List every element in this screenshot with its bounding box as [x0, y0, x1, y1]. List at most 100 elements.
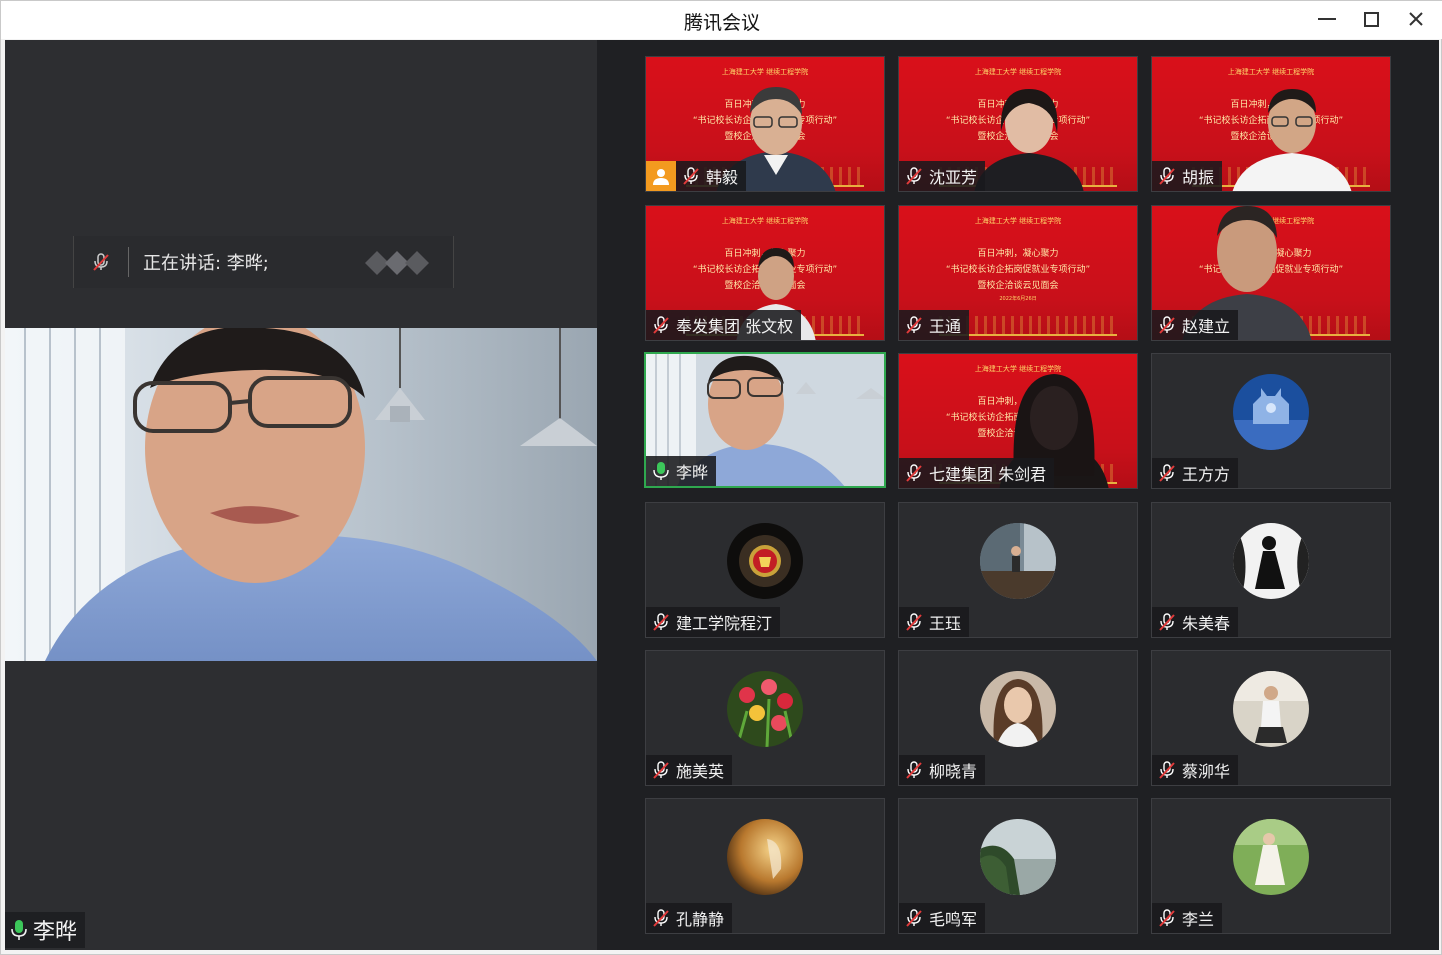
- participant-name: 李兰: [1182, 910, 1215, 929]
- avatar: [727, 819, 803, 895]
- mic-muted-icon: [906, 909, 922, 927]
- participant-tile[interactable]: 上海建工大学 继续工程学院 百日冲刺，凝心聚力 “书记校长访企拓岗促就业专项行动…: [645, 205, 885, 341]
- participant-name: 施美英: [676, 762, 725, 781]
- tencent-meeting-logo: [363, 247, 435, 283]
- avatar: [980, 523, 1056, 599]
- meeting-window: 腾讯会议 正在讲话: 李晔; 李晔 上海建工大学 继续工程学院 韩毅 上海建工大…: [0, 0, 1442, 955]
- speaking-label: 正在讲话: 李晔;: [143, 253, 269, 274]
- participant-tile[interactable]: 朱美春: [1151, 502, 1391, 638]
- minimize-button[interactable]: [1312, 5, 1342, 33]
- participant-name-tag: 王方方: [1152, 458, 1239, 488]
- participant-name: 建工学院程汀: [676, 614, 773, 633]
- participant-tile[interactable]: 王方方: [1151, 353, 1391, 489]
- participant-tile[interactable]: 孔静静: [645, 798, 885, 934]
- avatar: [980, 819, 1056, 895]
- participant-name: 王方方: [1182, 465, 1231, 484]
- main-speaker-name: 李晔: [33, 920, 78, 945]
- participant-name-tag: 毛鸣军: [899, 903, 986, 933]
- avatar: [1233, 819, 1309, 895]
- avatar: [980, 671, 1056, 747]
- user-icon: [646, 161, 676, 191]
- participant-tile[interactable]: 上海建工大学 继续工程学院 百日冲刺，凝心聚力 “书记校长访企拓岗促就业专项行动…: [1151, 56, 1391, 192]
- participant-tile[interactable]: 王珏: [898, 502, 1138, 638]
- participant-name-tag: 王珏: [899, 607, 970, 637]
- participant-name: 王珏: [929, 614, 962, 633]
- participant-name: 沈亚芳: [929, 168, 978, 187]
- mic-muted-icon: [653, 909, 669, 927]
- participant-tile[interactable]: 柳晓青: [898, 650, 1138, 786]
- banner-logo-text: 上海建工大学 继续工程学院: [721, 217, 809, 225]
- mic-muted-icon: [906, 316, 922, 334]
- main-speaker-stage[interactable]: 正在讲话: 李晔; 李晔: [5, 40, 597, 950]
- banner-logo-text: 上海建工大学 继续工程学院: [1227, 68, 1315, 76]
- participant-name: 胡振: [1182, 168, 1215, 187]
- participant-tile[interactable]: 建工学院程汀: [645, 502, 885, 638]
- participant-name: 毛鸣军: [929, 910, 978, 929]
- banner-line-3: 暨校企洽谈云见面会: [977, 281, 1059, 291]
- participant-name-tag: 王通: [899, 310, 970, 340]
- main-video-frame: [5, 328, 597, 661]
- participant-name: 朱美春: [1182, 614, 1231, 633]
- participant-tile-active-speaker[interactable]: 李晔: [644, 352, 886, 488]
- participant-name-tag: 李兰: [1152, 903, 1223, 933]
- participant-name-tag: 赵建立: [1152, 310, 1239, 340]
- participant-name: 李晔: [676, 463, 709, 482]
- close-button[interactable]: [1401, 5, 1431, 33]
- main-speaker-name-tag: 李晔: [5, 912, 86, 948]
- mic-muted-icon: [906, 464, 922, 482]
- banner-logo-text: 上海建工大学 继续工程学院: [974, 217, 1062, 225]
- main-speaker-video: [5, 328, 597, 661]
- participant-name: 柳晓青: [929, 762, 978, 781]
- banner-logo-text: 上海建工大学 继续工程学院: [974, 68, 1062, 76]
- participant-tile[interactable]: 上海建工大学 继续工程学院 百日冲刺，凝心聚力 “书记校长访企拓岗促就业专项行动…: [898, 205, 1138, 341]
- participant-name: 蔡泖华: [1182, 762, 1231, 781]
- avatar: [1233, 374, 1309, 450]
- minimize-icon: [1318, 18, 1336, 20]
- window-title: 腾讯会议: [683, 12, 760, 34]
- mic-muted-icon: [653, 761, 669, 779]
- mic-muted-icon: [683, 167, 699, 185]
- banner-logo-text: 上海建工大学 继续工程学院: [721, 68, 809, 76]
- mic-active-icon: [11, 920, 27, 940]
- participant-tile[interactable]: 上海建工大学 继续工程学院 百日冲刺，凝心聚力 “书记校长访企拓岗促就业专项行动…: [898, 353, 1138, 489]
- participant-tile[interactable]: 李兰: [1151, 798, 1391, 934]
- participant-name-tag: 奉发集团 张文权: [646, 310, 802, 340]
- participant-name-tag: 胡振: [1152, 161, 1223, 191]
- mic-muted-icon: [906, 613, 922, 631]
- participant-name-tag: 施美英: [646, 755, 733, 785]
- maximize-icon: [1363, 11, 1379, 27]
- mic-muted-icon: [1159, 167, 1175, 185]
- participant-name: 七建集团 朱剑君: [929, 465, 1047, 484]
- mic-muted-icon: [1159, 761, 1175, 779]
- banner-date: 2022年6月26日: [999, 296, 1037, 302]
- close-icon: [1409, 12, 1423, 26]
- participant-name: 王通: [929, 317, 962, 336]
- participant-tile[interactable]: 毛鸣军: [898, 798, 1138, 934]
- mic-muted-icon: [906, 167, 922, 185]
- participant-name-tag: 韩毅: [646, 161, 747, 191]
- participant-tile[interactable]: 上海建工大学 继续工程学院 百日冲刺，凝心聚力 “书记校长访企拓岗促就业专项行动…: [898, 56, 1138, 192]
- mic-muted-icon: [906, 761, 922, 779]
- avatar: [727, 671, 803, 747]
- avatar: [1233, 523, 1309, 599]
- mic-muted-icon: [1159, 909, 1175, 927]
- participant-name-tag: 建工学院程汀: [646, 607, 781, 637]
- participant-tile[interactable]: 施美英: [645, 650, 885, 786]
- participant-tile[interactable]: 蔡泖华: [1151, 650, 1391, 786]
- participant-name-tag: 七建集团 朱剑君: [899, 458, 1055, 488]
- participant-tile[interactable]: 上海建工大学 继续工程学院 百日冲刺，凝心聚力 “书记校长访企拓岗促就业专项行动…: [645, 56, 885, 192]
- avatar: [727, 523, 803, 599]
- participant-grid: 上海建工大学 继续工程学院 百日冲刺，凝心聚力 “书记校长访企拓岗促就业专项行动…: [597, 40, 1439, 950]
- participant-name-tag: 李晔: [646, 456, 717, 486]
- banner-line-2: “书记校长访企拓岗促就业专项行动”: [945, 265, 1091, 275]
- mic-muted-icon: [1159, 464, 1175, 482]
- participant-name-tag: 朱美春: [1152, 607, 1239, 637]
- speaking-indicator: 正在讲话: 李晔;: [73, 236, 454, 288]
- mic-muted-icon: [93, 253, 109, 271]
- title-bar[interactable]: 腾讯会议: [1, 1, 1442, 39]
- maximize-button[interactable]: [1356, 5, 1386, 33]
- mic-muted-icon: [1159, 316, 1175, 334]
- participant-tile[interactable]: 上海建工大学 继续工程学院 百日冲刺，凝心聚力 “书记校长访企拓岗促就业专项行动…: [1151, 205, 1391, 341]
- mic-muted-icon: [653, 613, 669, 631]
- participant-video: [974, 89, 1084, 191]
